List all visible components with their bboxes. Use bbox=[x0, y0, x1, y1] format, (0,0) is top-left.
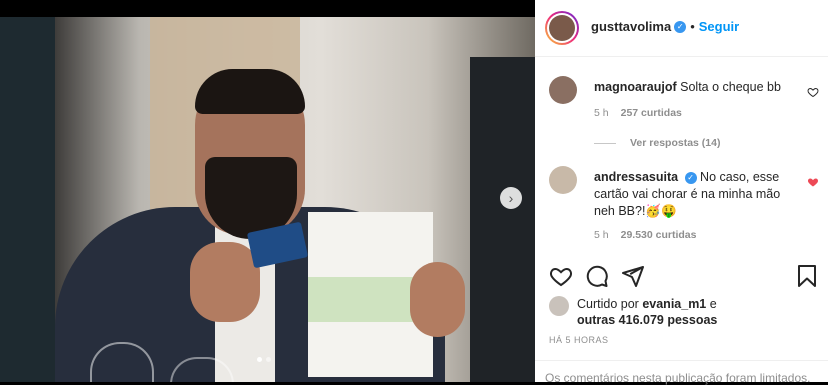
author-username[interactable]: gusttavolima bbox=[591, 19, 671, 34]
commenter-username[interactable]: andressasuita bbox=[594, 170, 678, 184]
comment-text: Solta o cheque bb bbox=[680, 80, 781, 94]
carousel-dots bbox=[257, 357, 271, 362]
commenter-username[interactable]: magnoaraujof bbox=[594, 80, 677, 94]
carousel-dot-active bbox=[257, 357, 262, 362]
post-header: gusttavolima ✓ • Seguir bbox=[535, 0, 828, 57]
comments-limited-notice: Os comentários nesta publicação foram li… bbox=[545, 371, 811, 385]
post-timestamp[interactable]: HÁ 5 HORAS bbox=[549, 335, 609, 345]
liked-by: Curtido por evania_m1 e outras 416.079 p… bbox=[549, 296, 717, 328]
post-photo bbox=[0, 17, 535, 382]
comment-item: magnoaraujof Solta o cheque bb 5 h 257 c… bbox=[549, 76, 819, 136]
comment-item: andressasuita ✓ No caso, esse cartão vai… bbox=[549, 166, 819, 246]
header-separator: • bbox=[690, 19, 695, 34]
post-side-panel: gusttavolima ✓ • Seguir magnoaraujof Sol… bbox=[535, 0, 828, 385]
likes-count-link[interactable]: outras 416.079 pessoas bbox=[577, 313, 717, 327]
commenter-avatar[interactable] bbox=[549, 166, 577, 194]
follow-button[interactable]: Seguir bbox=[699, 19, 739, 34]
carousel-next-button[interactable]: › bbox=[500, 187, 522, 209]
share-icon[interactable] bbox=[621, 264, 645, 288]
photo-hair bbox=[195, 69, 305, 114]
heart-icon[interactable] bbox=[807, 86, 819, 98]
post-actions bbox=[549, 262, 819, 292]
verified-icon: ✓ bbox=[684, 171, 697, 184]
heart-icon[interactable] bbox=[807, 176, 819, 188]
carousel-dot bbox=[266, 357, 271, 362]
author-avatar[interactable] bbox=[545, 11, 579, 45]
comments-footer: Os comentários nesta publicação foram li… bbox=[535, 360, 828, 385]
comment-time: 5 h bbox=[594, 229, 609, 241]
comment-icon[interactable] bbox=[585, 264, 609, 288]
photo-background-left bbox=[0, 17, 55, 382]
comment-likes[interactable]: 257 curtidas bbox=[621, 107, 682, 119]
liker-avatar[interactable] bbox=[549, 296, 569, 316]
heart-icon[interactable] bbox=[549, 264, 573, 288]
photo-hand-right bbox=[410, 262, 465, 337]
verified-icon: ✓ bbox=[674, 20, 687, 33]
post-media[interactable]: › bbox=[0, 0, 535, 382]
commenter-avatar[interactable] bbox=[549, 76, 577, 104]
save-icon[interactable] bbox=[795, 264, 819, 288]
photo-document-green bbox=[308, 277, 418, 322]
replies-line bbox=[594, 142, 616, 144]
chevron-right-icon: › bbox=[508, 190, 514, 206]
view-replies-button[interactable]: Ver respostas (14) bbox=[594, 137, 720, 149]
comment-time: 5 h bbox=[594, 107, 609, 119]
liker-username[interactable]: evania_m1 bbox=[642, 297, 706, 311]
photo-hand-left bbox=[190, 242, 260, 322]
comment-likes[interactable]: 29.530 curtidas bbox=[621, 229, 697, 241]
photo-background-right bbox=[470, 57, 535, 382]
